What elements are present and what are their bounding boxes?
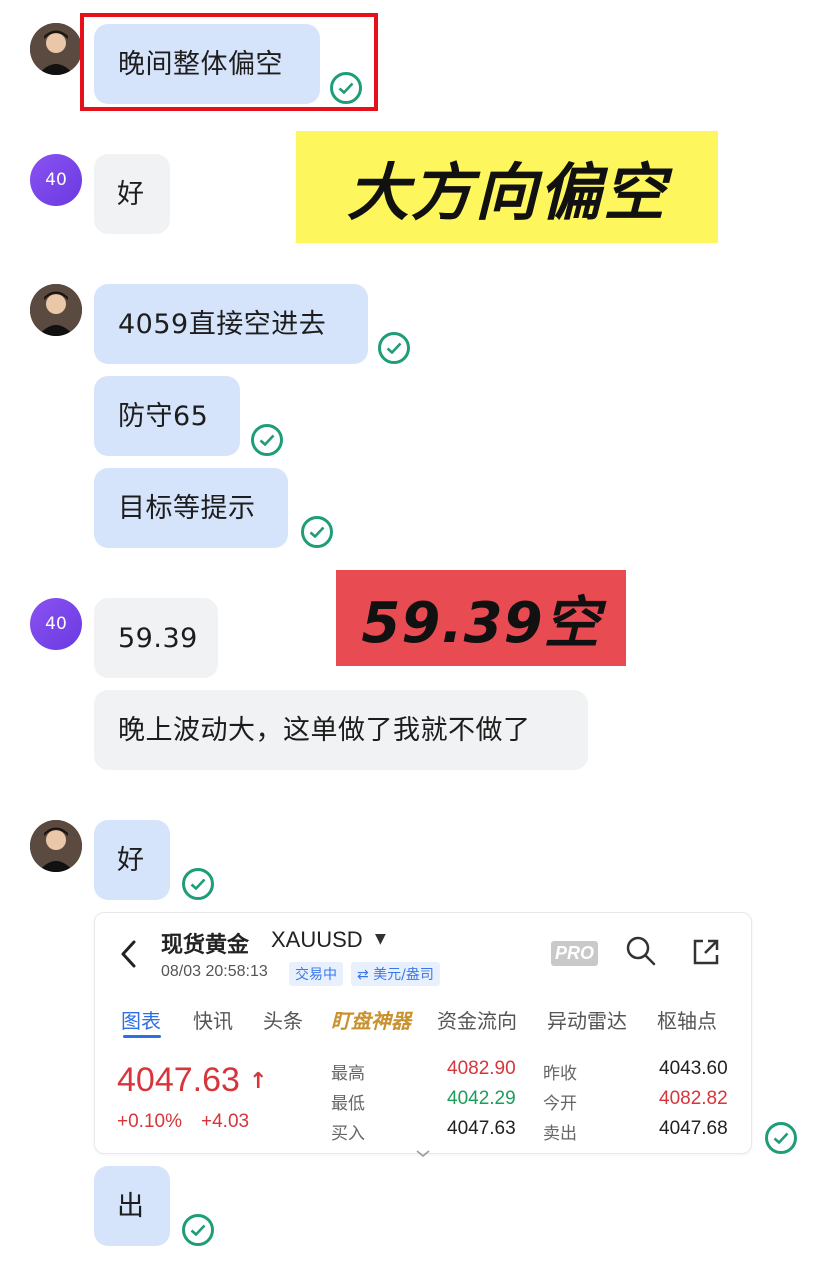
message-bubble[interactable]: 好 [94,154,170,234]
avatar[interactable] [30,820,82,872]
open-label: 今开 [543,1094,577,1114]
bid-value: 4047.63 [447,1118,516,1139]
avatar-label: 40 [45,614,67,634]
message-text: 59.39 [118,622,198,654]
message-text: 晚间整体偏空 [118,48,283,80]
avatar[interactable] [30,284,82,336]
ask-value: 4047.68 [659,1118,728,1139]
avatar[interactable]: 40 [30,598,82,650]
message-text: 4059直接空进去 [118,308,327,340]
message-bubble[interactable]: 目标等提示 [94,468,288,548]
prev-close-value: 4043.60 [659,1058,728,1079]
search-icon[interactable] [625,935,657,971]
banner-text: 大方向偏空 [346,156,667,229]
read-check-icon [765,1122,797,1154]
message-text: 好 [117,178,145,210]
message-text: 好 [117,844,145,876]
tab-chart[interactable]: 图表 [121,1005,161,1034]
avatar-label: 40 [45,170,67,190]
annotation-banner: 59.39空 [336,570,626,666]
instrument-symbol[interactable]: XAUUSD [271,927,363,953]
message-bubble[interactable]: 晚上波动大，这单做了我就不做了 [94,690,588,770]
read-check-icon [182,1214,214,1246]
low-label: 最低 [331,1094,365,1114]
tab-pivot-points[interactable]: 枢轴点 [657,1005,717,1034]
read-check-icon [182,868,214,900]
high-label: 最高 [331,1064,365,1084]
back-chevron-icon[interactable] [119,939,137,973]
low-value: 4042.29 [447,1088,516,1109]
tab-watch-tool[interactable]: 盯盘神器 [331,1005,411,1034]
message-text: 防守65 [118,400,209,432]
message-bubble[interactable]: 晚间整体偏空 [94,24,320,104]
ask-label: 卖出 [543,1124,577,1144]
message-bubble[interactable]: 出 [94,1166,170,1246]
annotation-banner: 大方向偏空 [296,131,718,243]
active-tab-indicator [123,1035,161,1038]
current-price: 4047.63 [117,1061,240,1099]
message-text: 出 [117,1190,145,1222]
change-absolute: +4.03 [201,1111,250,1132]
message-bubble[interactable]: 好 [94,820,170,900]
tab-news-flash[interactable]: 快讯 [193,1005,233,1034]
change-percent: +0.10% [117,1111,182,1132]
read-check-icon [378,332,410,364]
quote-timestamp: 08/03 20:58:13 [161,963,268,980]
price-up-arrow-icon: ↑ [249,1069,268,1094]
read-check-icon [330,72,362,104]
tab-anomaly-radar[interactable]: 异动雷达 [547,1005,627,1034]
message-bubble[interactable]: 4059直接空进去 [94,284,368,364]
avatar[interactable]: 40 [30,154,82,206]
open-value: 4082.82 [659,1088,728,1109]
currency-badge: ⇄ 美元/盎司 [351,962,440,986]
message-bubble[interactable]: 59.39 [94,598,218,678]
instrument-title: 现货黄金 [161,933,250,958]
high-value: 4082.90 [447,1058,516,1079]
message-text: 晚上波动大，这单做了我就不做了 [118,714,531,746]
symbol-dropdown-icon[interactable]: ▼ [375,931,386,947]
read-check-icon [251,424,283,456]
tab-fund-flow[interactable]: 资金流向 [437,1005,517,1034]
tab-headlines[interactable]: 头条 [263,1005,303,1034]
prev-close-label: 昨收 [543,1064,577,1084]
quote-card-image[interactable]: 现货黄金 XAUUSD ▼ 08/03 20:58:13 交易中 ⇄ 美元/盎司… [94,912,752,1157]
pro-badge[interactable]: PRO [551,941,599,966]
share-icon[interactable] [691,937,721,971]
bid-label: 买入 [331,1124,365,1144]
expand-chevron-icon[interactable] [415,1143,431,1162]
message-text: 目标等提示 [118,492,256,524]
read-check-icon [301,516,333,548]
message-bubble[interactable]: 防守65 [94,376,240,456]
avatar[interactable] [30,23,82,75]
banner-text: 59.39空 [361,590,601,656]
status-badge: 交易中 [289,962,343,986]
